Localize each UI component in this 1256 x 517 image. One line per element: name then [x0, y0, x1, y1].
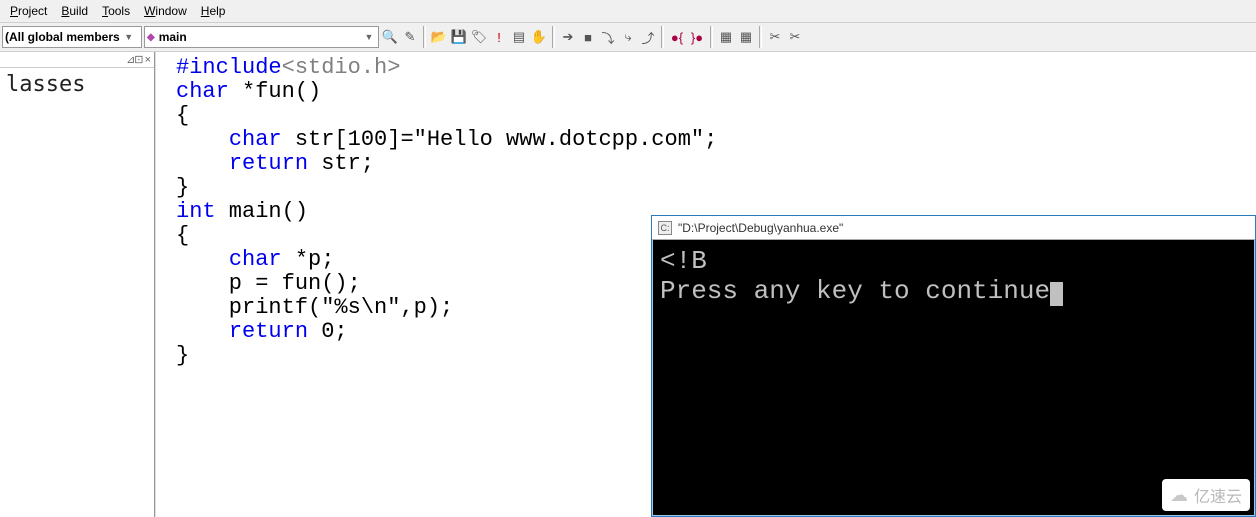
- wand-icon[interactable]: ✎: [401, 28, 419, 46]
- sheet-icon[interactable]: ▤: [510, 28, 528, 46]
- menu-window[interactable]: Window: [138, 2, 193, 20]
- step-out-icon[interactable]: ⤴: [639, 28, 657, 46]
- cursor-icon: [1050, 282, 1063, 306]
- grid-icon[interactable]: ▦: [737, 28, 755, 46]
- grid-icon[interactable]: ▦: [717, 28, 735, 46]
- scope-combo[interactable]: (All global members ▼: [2, 26, 142, 48]
- menu-project[interactable]: Project: [4, 2, 53, 20]
- excl-icon[interactable]: !: [490, 28, 508, 46]
- watermark: ☁ 亿速云: [1162, 479, 1250, 511]
- separator: [661, 26, 664, 48]
- sidebar-title: lasses: [0, 68, 154, 101]
- chevron-down-icon: ▼: [122, 32, 136, 42]
- diamond-icon: ◆: [147, 32, 155, 43]
- toolbar: (All global members ▼ ◆ main ▼ 🔍 ✎ 📂 💾 🏷…: [0, 22, 1256, 52]
- function-combo[interactable]: ◆ main ▼: [144, 26, 379, 48]
- sidebar-controls[interactable]: ⊿⊡ ×: [0, 52, 154, 68]
- separator: [710, 26, 713, 48]
- step-into-icon[interactable]: ⤷: [619, 28, 637, 46]
- separator: [759, 26, 762, 48]
- step-over-icon[interactable]: ⤵: [599, 28, 617, 46]
- search-icon[interactable]: 🔍: [381, 28, 399, 46]
- watermark-text: 亿速云: [1194, 483, 1242, 507]
- scope-combo-label: (All global members: [5, 30, 120, 44]
- open-icon[interactable]: 📂: [430, 28, 448, 46]
- menu-build[interactable]: Build: [55, 2, 94, 20]
- tool-icon[interactable]: ✂: [786, 28, 804, 46]
- chevron-down-icon: ▼: [362, 32, 376, 42]
- save-icon[interactable]: 💾: [450, 28, 468, 46]
- tag-icon[interactable]: 🏷: [470, 28, 488, 46]
- tool-icon[interactable]: ✂: [766, 28, 784, 46]
- console-window: C: "D:\Project\Debug\yanhua.exe" <!B Pre…: [651, 215, 1256, 517]
- console-title: "D:\Project\Debug\yanhua.exe": [678, 221, 843, 235]
- cloud-icon: ☁: [1170, 485, 1188, 506]
- menu-bar: Project Build Tools Window Help: [0, 0, 1256, 22]
- run-icon[interactable]: ➔: [559, 28, 577, 46]
- breakpoint-icon[interactable]: ●{: [668, 28, 686, 46]
- stop-icon[interactable]: ■: [579, 28, 597, 46]
- function-combo-label: main: [159, 30, 187, 44]
- breakpoint-icon[interactable]: }●: [688, 28, 706, 46]
- menu-tools[interactable]: Tools: [96, 2, 136, 20]
- separator: [552, 26, 555, 48]
- hand-icon[interactable]: ✋: [530, 28, 548, 46]
- console-output: <!B Press any key to continue: [652, 240, 1255, 312]
- c-program-icon: C:: [658, 221, 672, 235]
- console-titlebar[interactable]: C: "D:\Project\Debug\yanhua.exe": [652, 216, 1255, 240]
- separator: [423, 26, 426, 48]
- menu-help[interactable]: Help: [195, 2, 232, 20]
- class-view-sidebar: ⊿⊡ × lasses: [0, 52, 155, 517]
